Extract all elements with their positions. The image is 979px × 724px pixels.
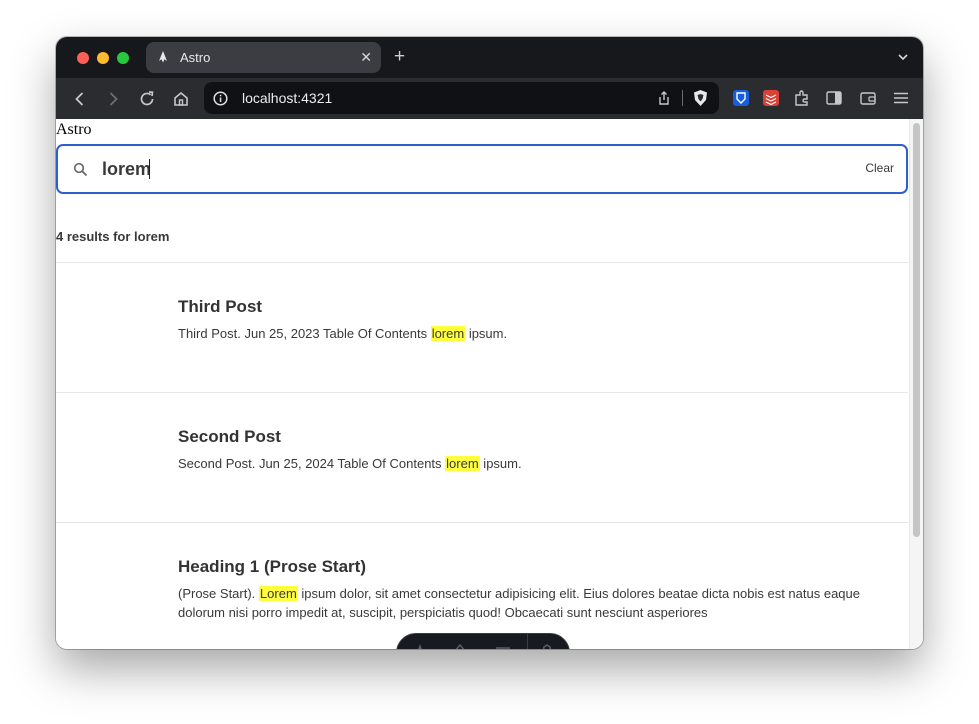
result-title[interactable]: Third Post bbox=[178, 297, 262, 317]
scrollbar-thumb[interactable] bbox=[913, 123, 920, 537]
brave-shield-icon[interactable] bbox=[692, 89, 709, 107]
settings-list-icon[interactable] bbox=[495, 642, 511, 649]
result-title[interactable]: Heading 1 (Prose Start) bbox=[178, 557, 366, 577]
menu-icon[interactable] bbox=[892, 89, 910, 107]
excerpt-text: ipsum. bbox=[465, 326, 508, 341]
site-title[interactable]: Astro bbox=[56, 121, 92, 139]
extensions-icon[interactable] bbox=[793, 89, 811, 107]
search-highlight: lorem bbox=[445, 456, 480, 471]
site-info-icon[interactable] bbox=[213, 91, 228, 106]
search-icon bbox=[73, 162, 88, 177]
result-title[interactable]: Second Post bbox=[178, 427, 281, 447]
search-input[interactable] bbox=[102, 159, 802, 180]
page-content: Astro Clear 4 results for lorem Third Po… bbox=[56, 119, 923, 649]
astro-favicon-icon bbox=[159, 51, 167, 63]
clear-button[interactable]: Clear bbox=[865, 161, 894, 175]
browser-toolbar: localhost:4321 bbox=[56, 78, 923, 119]
result-divider bbox=[56, 392, 908, 393]
minimize-window-button[interactable] bbox=[97, 52, 109, 64]
wallet-icon[interactable] bbox=[859, 89, 877, 107]
excerpt-text: ipsum. bbox=[479, 456, 522, 471]
close-window-button[interactable] bbox=[77, 52, 89, 64]
dev-toolbar-divider bbox=[527, 634, 528, 649]
tab-astro[interactable]: Astro ✕ bbox=[146, 42, 381, 73]
search-box[interactable]: Clear bbox=[56, 144, 908, 194]
tab-title: Astro bbox=[180, 50, 211, 65]
result-excerpt: Second Post. Jun 25, 2024 Table Of Conte… bbox=[178, 454, 890, 473]
new-tab-button[interactable]: + bbox=[394, 47, 405, 67]
maximize-window-button[interactable] bbox=[117, 52, 129, 64]
tab-bar: Astro ✕ + bbox=[56, 37, 923, 78]
astro-menu-icon[interactable] bbox=[412, 642, 428, 649]
result-divider bbox=[56, 522, 908, 523]
result-excerpt: Third Post. Jun 25, 2023 Table Of Conten… bbox=[178, 324, 890, 343]
astro-dev-toolbar[interactable] bbox=[396, 633, 570, 649]
address-bar[interactable]: localhost:4321 bbox=[204, 82, 719, 114]
audit-icon[interactable] bbox=[452, 642, 468, 649]
chevron-down-icon[interactable] bbox=[897, 51, 909, 63]
sidebar-icon[interactable] bbox=[825, 89, 843, 107]
result-excerpt: (Prose Start). Lorem ipsum dolor, sit am… bbox=[178, 584, 890, 622]
url-text[interactable]: localhost:4321 bbox=[242, 90, 332, 106]
home-icon[interactable] bbox=[171, 89, 191, 109]
todoist-icon[interactable] bbox=[762, 89, 780, 107]
browser-window: Astro ✕ + localhost:4321 Astro lorem Cle… bbox=[56, 37, 923, 649]
address-bar-divider bbox=[682, 90, 683, 106]
result-divider bbox=[56, 262, 908, 263]
settings-gear-icon[interactable] bbox=[539, 642, 555, 649]
share-icon[interactable] bbox=[656, 90, 672, 106]
excerpt-text: (Prose Start). bbox=[178, 586, 259, 601]
text-caret bbox=[149, 159, 150, 179]
vertical-scrollbar[interactable] bbox=[909, 119, 923, 649]
excerpt-text: Third Post. Jun 25, 2023 Table Of Conten… bbox=[178, 326, 431, 341]
tab-close-icon[interactable]: ✕ bbox=[360, 49, 372, 65]
search-highlight: Lorem bbox=[258, 586, 298, 601]
back-icon[interactable] bbox=[70, 89, 90, 109]
excerpt-text: Second Post. Jun 25, 2024 Table Of Conte… bbox=[178, 456, 446, 471]
bitwarden-icon[interactable] bbox=[732, 89, 750, 107]
forward-icon[interactable] bbox=[103, 89, 123, 109]
results-count: 4 results for lorem bbox=[56, 229, 170, 244]
reload-icon[interactable] bbox=[137, 89, 157, 109]
search-highlight: lorem bbox=[430, 326, 466, 341]
